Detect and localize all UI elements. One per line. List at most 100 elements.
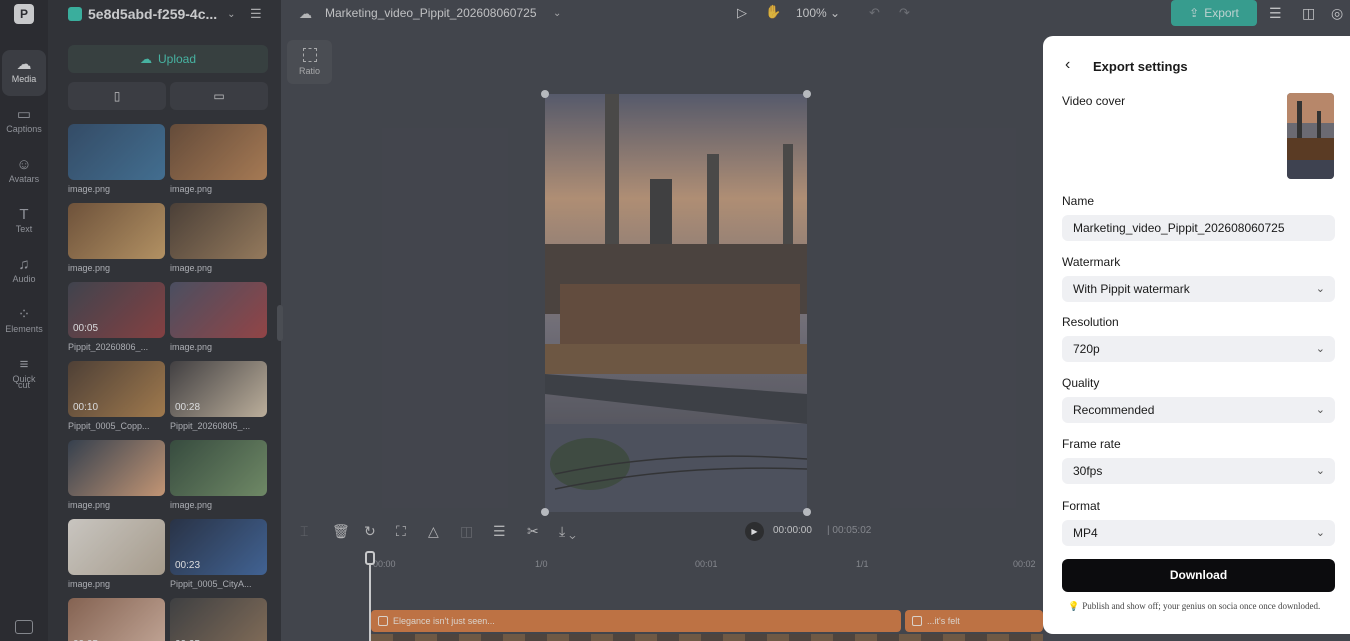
media-duration: 00:23 [175, 560, 201, 571]
download-button[interactable]: Download [1062, 559, 1335, 592]
caption-clip[interactable]: ...it's felt [905, 610, 1043, 632]
media-thumbnail[interactable]: 00:28 [170, 361, 267, 417]
crop-icon[interactable]: ⛶ [396, 523, 406, 540]
rail-item-4[interactable]: ♫ Audio [2, 250, 46, 296]
media-thumbnail[interactable] [68, 203, 165, 259]
hand-tool-icon[interactable]: ✋ [765, 4, 781, 20]
portrait-filter-button[interactable]: ▯ [68, 82, 166, 110]
undo-icon[interactable]: ↶ [869, 5, 880, 21]
media-thumbnail[interactable]: 00:05 [170, 598, 267, 641]
media-caption: image.png [170, 184, 213, 194]
export-button[interactable]: ⇪ Export [1171, 0, 1257, 26]
text-icon: T [19, 206, 29, 223]
media-icon: ☁ [16, 56, 32, 73]
media-thumbnail[interactable]: 00:23 [170, 519, 267, 575]
play-button[interactable]: ▶ [745, 522, 764, 541]
media-thumbnail[interactable]: 00:05 [68, 282, 165, 338]
media-thumbnail[interactable] [170, 124, 267, 180]
ratio-icon [302, 48, 317, 62]
quality-label: Quality [1062, 376, 1100, 390]
rail-item-7[interactable]: cut [2, 380, 46, 394]
rail-item-0[interactable]: ☁ Media [2, 50, 46, 96]
rail-item-label: Elements [5, 324, 43, 334]
total-time-value: 00:05:02 [832, 525, 872, 536]
resize-handle[interactable] [803, 90, 811, 98]
cloud-sync-icon[interactable]: ☁ [299, 6, 312, 22]
playhead-handle[interactable] [365, 551, 375, 565]
timeline-tick: 1/1 [856, 559, 869, 569]
upload-button[interactable]: ☁ Upload [68, 45, 268, 73]
adjust-icon[interactable]: ☰ [493, 523, 506, 540]
timeline-tick: 00:02 [1013, 559, 1036, 569]
panel-resize-handle[interactable] [277, 305, 283, 341]
format-select[interactable]: MP4 ⌄ [1062, 520, 1335, 546]
rail-item-1[interactable]: ▭ Captions [2, 100, 46, 146]
current-time: 00:00:00 [773, 525, 812, 536]
caption-icon [912, 616, 922, 626]
name-input[interactable]: Marketing_video_Pippit_202608060725 [1062, 215, 1335, 241]
split-icon[interactable]: ⌶ [300, 523, 308, 540]
menu-icon[interactable]: ☰ [250, 6, 262, 22]
media-thumbnail[interactable]: 00:10 [68, 361, 165, 417]
caption-icon [378, 616, 388, 626]
publish-note: 💡 Publish and show off; your genius on so… [1068, 601, 1320, 612]
media-caption: Pippit_20260806_... [68, 342, 149, 352]
caption-clip[interactable]: Elegance isn't just seen... [371, 610, 901, 632]
project-selector[interactable]: 5e8d5abd-f259-4c... ⌄ [68, 4, 236, 24]
landscape-filter-button[interactable]: ▭ [170, 82, 268, 110]
chevron-down-icon: ⌄ [1315, 404, 1325, 416]
rail-item-3[interactable]: T Text [2, 200, 46, 246]
redo-icon[interactable]: ↷ [899, 5, 910, 21]
media-thumbnail[interactable] [170, 203, 267, 259]
help-icon[interactable] [15, 620, 33, 634]
video-track[interactable] [371, 634, 1043, 641]
pippit-logo-icon[interactable]: P [14, 4, 34, 24]
quick-cut-icon: ≡ [19, 356, 29, 373]
rail-item-2[interactable]: ☺ Avatars [2, 150, 46, 196]
media-thumbnail[interactable] [170, 440, 267, 496]
resize-handle[interactable] [541, 90, 549, 98]
delete-icon[interactable]: 🗑 [332, 523, 350, 540]
panel-toggle-icon[interactable]: ◫ [1302, 5, 1315, 22]
rail-item-label: Captions [6, 124, 42, 134]
layers-icon[interactable]: ☰ [1269, 5, 1282, 22]
resize-handle[interactable] [803, 508, 811, 516]
media-duration: 00:28 [175, 402, 201, 413]
settings-icon[interactable]: ◎ [1331, 5, 1343, 22]
rail-item-5[interactable]: ⁘ Elements [2, 300, 46, 346]
media-caption: image.png [68, 184, 111, 194]
chevron-down-icon: ⌄ [1315, 527, 1325, 539]
chevron-down-icon[interactable]: ⌄ [553, 8, 561, 19]
mask-icon[interactable]: ◫ [460, 523, 473, 540]
media-thumbnail[interactable] [68, 124, 165, 180]
preview-image [545, 94, 807, 512]
resolution-select[interactable]: 720p ⌄ [1062, 336, 1335, 362]
video-cover-thumbnail[interactable] [1287, 93, 1334, 179]
zoom-selector[interactable]: 100% ⌄ [796, 6, 840, 20]
ratio-button[interactable]: Ratio [287, 40, 332, 84]
frame-rate-select[interactable]: 30fps ⌄ [1062, 458, 1335, 484]
rotate-icon[interactable]: ↻ [364, 523, 376, 540]
portrait-icon: ▯ [113, 89, 121, 103]
panel-title: Export settings [1093, 59, 1188, 74]
quality-select[interactable]: Recommended ⌄ [1062, 397, 1335, 423]
video-preview[interactable] [545, 94, 807, 512]
media-thumbnail[interactable]: 00:05 [68, 598, 165, 641]
media-thumbnail[interactable] [170, 282, 267, 338]
mirror-icon[interactable]: △ [428, 523, 439, 540]
watermark-select[interactable]: With Pippit watermark ⌄ [1062, 276, 1335, 302]
resolution-value: 720p [1073, 342, 1100, 356]
export-icon: ⇪ [1189, 6, 1200, 20]
resize-handle[interactable] [541, 508, 549, 516]
file-name[interactable]: Marketing_video_Pippit_202608060725 [325, 6, 537, 20]
timeline-tick: 1/0 [535, 559, 548, 569]
ratio-label: Ratio [298, 66, 320, 76]
download-clip-icon[interactable]: ⤓ ⌄ [559, 523, 576, 540]
chevron-down-icon: ⌄ [1315, 283, 1325, 295]
select-tool-icon[interactable]: ▷ [737, 5, 747, 21]
back-arrow-icon[interactable]: ‹ [1065, 56, 1070, 74]
edit-toolbar: ⌶ 🗑 ↻ ⛶ △ ◫ ☰ ✂ ⤓ ⌄ ▶ 00:00:00 | 00:05:0… [281, 516, 1043, 546]
cutout-icon[interactable]: ✂ [527, 523, 539, 540]
media-thumbnail[interactable] [68, 440, 165, 496]
media-thumbnail[interactable] [68, 519, 165, 575]
